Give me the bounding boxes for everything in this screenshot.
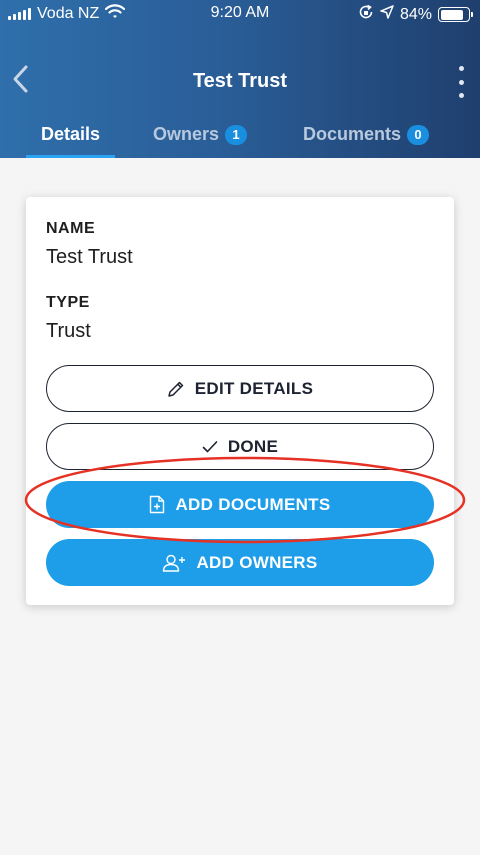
checkmark-icon [202, 440, 218, 452]
documents-count-badge: 0 [407, 125, 430, 145]
battery-percent: 84% [399, 5, 432, 23]
more-options-button[interactable] [454, 66, 468, 98]
details-card: NAME Test Trust TYPE Trust EDIT DETAILS … [26, 197, 454, 605]
tab-documents[interactable]: Documents 0 [303, 112, 430, 158]
add-document-icon [150, 495, 165, 514]
owners-count-badge: 1 [225, 125, 248, 145]
add-owners-label: ADD OWNERS [196, 552, 318, 572]
tab-owners-label: Owners [153, 124, 220, 144]
tab-bar: Details Owners 1 Documents 0 [0, 112, 480, 158]
add-user-icon [163, 554, 186, 572]
orientation-lock-icon [358, 4, 374, 25]
pencil-icon [167, 381, 183, 397]
name-label: NAME [46, 220, 96, 237]
edit-details-label: EDIT DETAILS [194, 378, 314, 398]
add-documents-label: ADD DOCUMENTS [175, 494, 331, 514]
app-header: Voda NZ 9:20 AM 84% Test Trust Details O… [0, 0, 480, 158]
tab-details[interactable]: Details [26, 112, 115, 158]
status-right: 84% [358, 4, 473, 25]
more-vertical-icon [458, 66, 464, 71]
tab-documents-label: Documents [303, 124, 402, 144]
add-documents-button[interactable]: ADD DOCUMENTS [46, 481, 434, 528]
location-icon [380, 5, 394, 24]
done-label: DONE [227, 436, 279, 456]
battery-level [440, 9, 464, 20]
battery-icon [438, 7, 473, 22]
tab-details-label: Details [40, 124, 101, 144]
done-button[interactable]: DONE [46, 423, 434, 470]
edit-details-button[interactable]: EDIT DETAILS [46, 365, 434, 412]
type-value: Trust [46, 320, 91, 342]
page-title: Test Trust [192, 70, 288, 92]
type-label: TYPE [46, 294, 90, 311]
add-owners-button[interactable]: ADD OWNERS [46, 539, 434, 586]
tab-owners[interactable]: Owners 1 [153, 112, 248, 158]
status-bar: Voda NZ 9:20 AM 84% [0, 0, 480, 28]
name-value: Test Trust [46, 246, 133, 268]
